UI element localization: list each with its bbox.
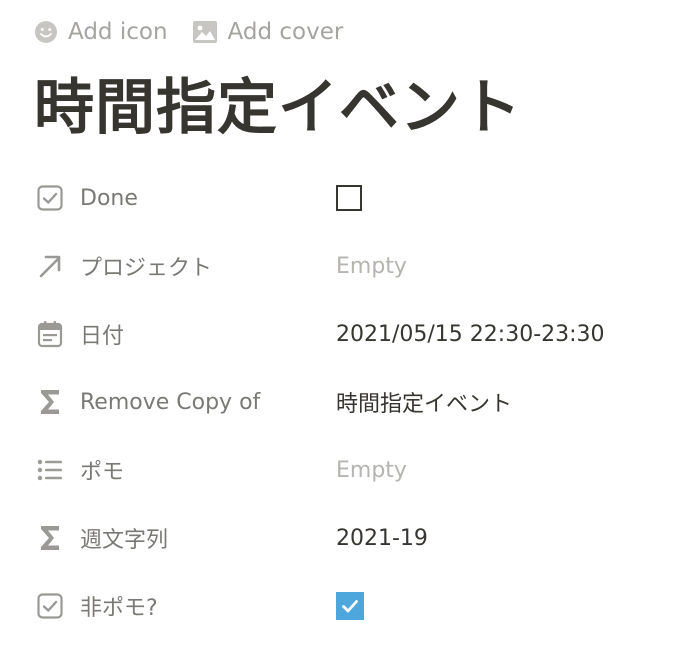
property-label: 週文字列 bbox=[80, 528, 169, 553]
property-name-project[interactable]: プロジェクト bbox=[34, 250, 336, 282]
property-value-pomo[interactable]: Empty bbox=[336, 448, 654, 492]
property-row-week-string: 週文字列 2021-19 bbox=[34, 504, 654, 572]
notion-page: Add icon Add cover 時間指定イベント Done プロジェクト … bbox=[0, 0, 682, 654]
property-name-non-pomo[interactable]: 非ポモ? bbox=[34, 590, 336, 622]
add-icon-label: Add icon bbox=[68, 19, 168, 45]
property-value-week-string[interactable]: 2021-19 bbox=[336, 516, 654, 560]
property-value-remove-copy-of[interactable]: 時間指定イベント bbox=[336, 380, 654, 424]
property-row-remove-copy-of: Remove Copy of 時間指定イベント bbox=[34, 368, 654, 436]
property-row-done: Done bbox=[34, 164, 654, 232]
property-label: 日付 bbox=[80, 324, 125, 349]
add-cover-label: Add cover bbox=[227, 19, 344, 45]
property-label: 非ポモ? bbox=[80, 596, 158, 621]
property-name-pomo[interactable]: ポモ bbox=[34, 454, 336, 486]
property-value-date[interactable]: 2021/05/15 22:30-23:30 bbox=[336, 312, 654, 356]
property-name-week-string[interactable]: 週文字列 bbox=[34, 522, 336, 554]
property-name-date[interactable]: 日付 bbox=[34, 318, 336, 350]
calendar-icon bbox=[34, 318, 66, 350]
property-name-done[interactable]: Done bbox=[34, 182, 336, 214]
done-checkbox[interactable] bbox=[336, 185, 362, 211]
page-title[interactable]: 時間指定イベント bbox=[34, 66, 522, 150]
smiley-icon bbox=[35, 21, 57, 43]
property-row-date: 日付 2021/05/15 22:30-23:30 bbox=[34, 300, 654, 368]
formula-sigma-icon bbox=[34, 386, 66, 418]
checkbox-property-icon bbox=[34, 182, 66, 214]
property-label: ポモ bbox=[80, 460, 125, 485]
property-value-non-pomo[interactable] bbox=[336, 584, 654, 628]
checkmark-icon bbox=[342, 600, 358, 613]
property-value-project[interactable]: Empty bbox=[336, 244, 654, 288]
relation-arrow-icon bbox=[34, 250, 66, 282]
add-cover-button[interactable]: Add cover bbox=[192, 19, 344, 45]
page-header-actions: Add icon Add cover bbox=[34, 14, 343, 50]
property-row-pomo: ポモ Empty bbox=[34, 436, 654, 504]
property-label: Remove Copy of bbox=[80, 389, 261, 415]
image-icon bbox=[192, 21, 217, 43]
property-row-non-pomo: 非ポモ? bbox=[34, 572, 654, 640]
formula-sigma-icon bbox=[34, 522, 66, 554]
list-icon bbox=[34, 454, 66, 486]
property-label: Done bbox=[80, 185, 138, 211]
non-pomo-checkbox[interactable] bbox=[336, 592, 364, 620]
property-row-project: プロジェクト Empty bbox=[34, 232, 654, 300]
property-list: Done プロジェクト Empty 日付 2021/05/15 22:30-23… bbox=[34, 164, 654, 640]
add-icon-button[interactable]: Add icon bbox=[34, 19, 168, 45]
property-value-done[interactable] bbox=[336, 176, 654, 220]
checkbox-property-icon bbox=[34, 590, 66, 622]
property-name-remove-copy-of[interactable]: Remove Copy of bbox=[34, 386, 336, 418]
property-label: プロジェクト bbox=[80, 256, 213, 281]
